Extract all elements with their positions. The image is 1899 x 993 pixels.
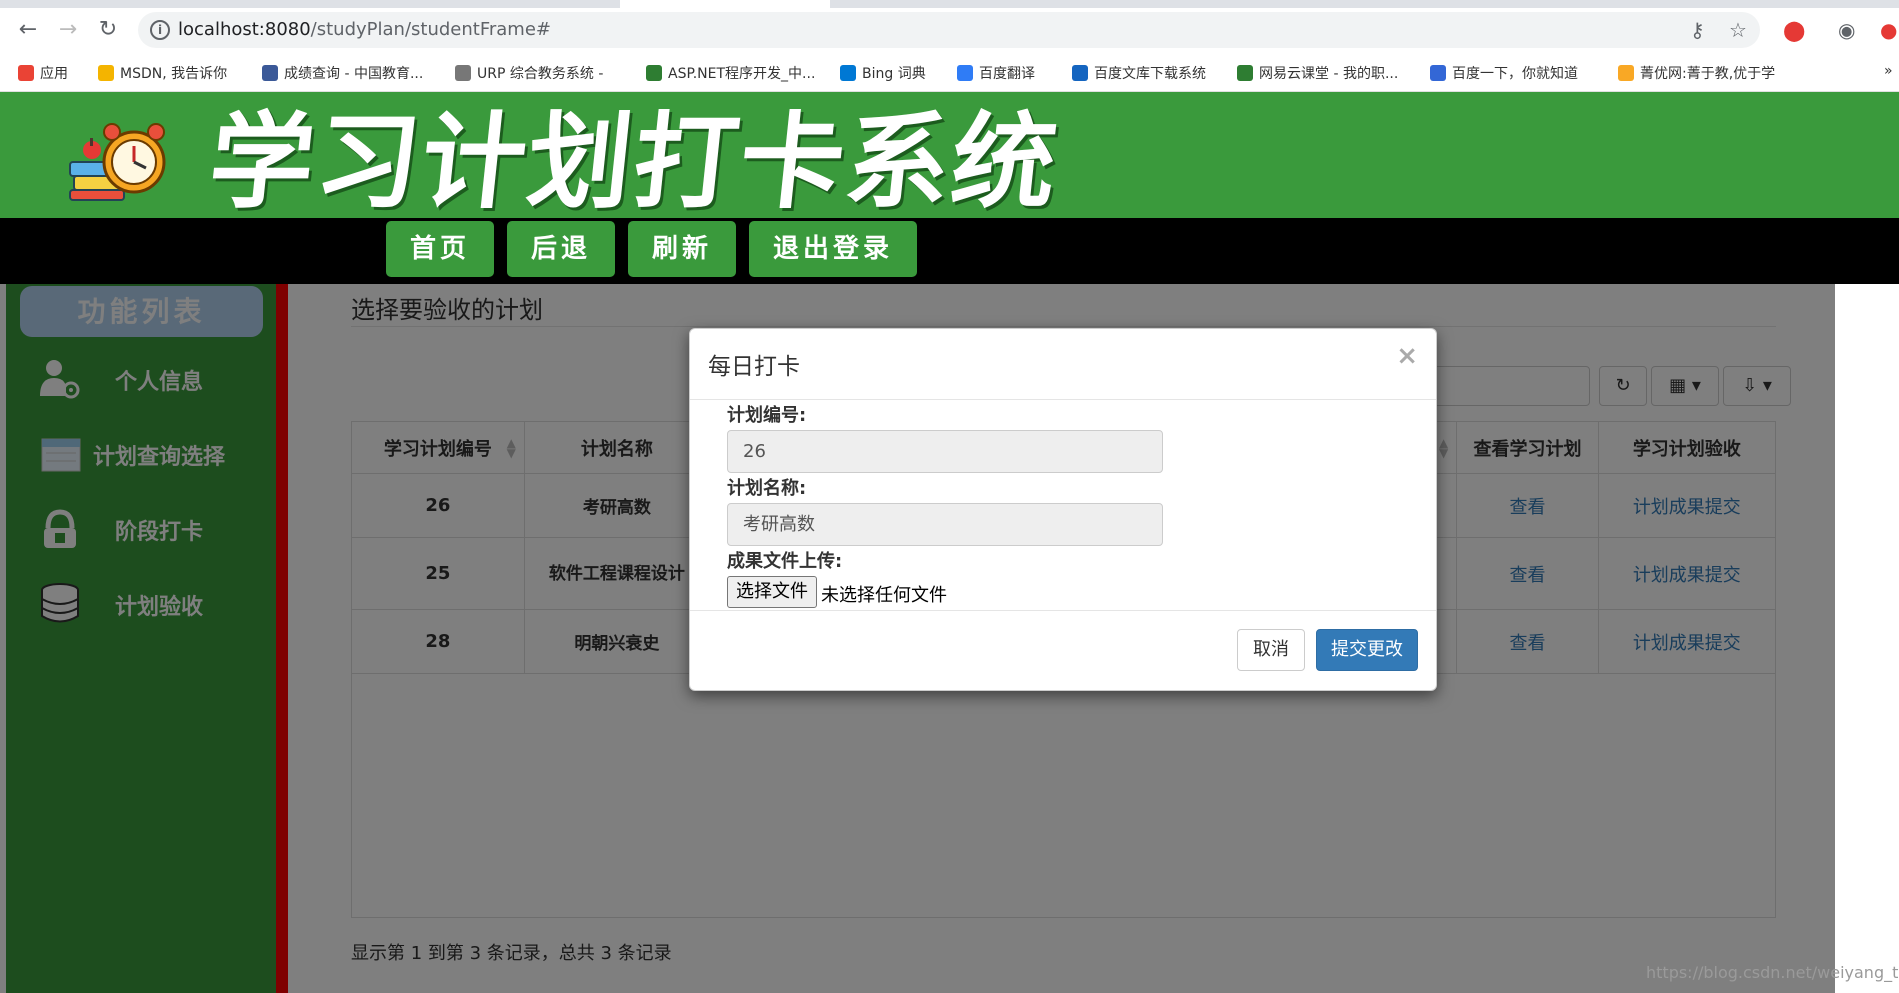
modal-header-divider — [690, 399, 1436, 400]
url-host: localhost:8080 — [178, 19, 311, 40]
bookmark-label: URP 综合教务系统 - — [477, 66, 604, 82]
bookmark-label: ASP.NET程序开发_中... — [668, 66, 816, 82]
bookmark-label: 成绩查询 - 中国教育... — [284, 66, 424, 82]
tab-strip — [0, 0, 1899, 8]
bookmark-item[interactable]: 成绩查询 - 中国教育... — [262, 63, 423, 83]
file-status-text: 未选择任何文件 — [821, 585, 947, 606]
checkin-modal: 每日打卡 × 计划编号: 26 计划名称: 考研高数 成果文件上传: 选择文件 … — [689, 328, 1437, 691]
bookmark-item[interactable]: 应用 — [18, 63, 68, 83]
cancel-button[interactable]: 取消 — [1237, 629, 1305, 671]
alarm-clock-books-icon — [69, 123, 166, 201]
bookmark-item[interactable]: 百度文库下载系统 — [1072, 63, 1206, 83]
plan-id-label: 计划编号: — [727, 405, 807, 426]
extension-icon[interactable]: ⬤ — [1783, 17, 1805, 43]
modal-footer-divider — [690, 610, 1436, 611]
forward-icon[interactable]: → — [54, 16, 82, 44]
reload-icon[interactable]: ↻ — [94, 16, 122, 44]
bookmark-label: 应用 — [40, 66, 68, 82]
right-gutter — [1835, 284, 1899, 993]
bookmark-icon — [957, 65, 973, 81]
key-icon[interactable]: ⚷ — [1690, 17, 1705, 43]
bookmark-label: Bing 词典 — [862, 66, 926, 82]
profile-icon[interactable]: ◉ — [1838, 17, 1855, 43]
menu-icon[interactable]: ● — [1880, 17, 1897, 43]
bookmark-item[interactable]: 百度翻译 — [957, 63, 1035, 83]
bookmark-label: 百度文库下载系统 — [1094, 66, 1206, 82]
bookmark-icon — [455, 65, 471, 81]
bookmark-icon — [1237, 65, 1253, 81]
choose-file-button[interactable]: 选择文件 — [727, 576, 817, 608]
close-icon[interactable]: × — [1396, 341, 1418, 371]
bookmark-item[interactable]: URP 综合教务系统 - — [455, 63, 603, 83]
app-title: 学习计划打卡系统 — [203, 101, 1065, 223]
url-path: /studyPlan/studentFrame# — [310, 19, 551, 40]
site-info-icon[interactable]: i — [150, 20, 170, 40]
bookmark-icon — [18, 65, 34, 81]
bookmarks-bar: 应用 MSDN, 我告诉你 成绩查询 - 中国教育... URP 综合教务系统 - AS… — [0, 56, 1899, 88]
bookmark-item[interactable]: 百度一下，你就知道 — [1430, 63, 1578, 83]
top-navbar — [0, 218, 1899, 284]
submit-button[interactable]: 提交更改 — [1316, 629, 1418, 671]
bookmark-icon — [1430, 65, 1446, 81]
bookmark-icon — [98, 65, 114, 81]
bookmark-label: 菁优网:菁于教,优于学 — [1640, 66, 1776, 82]
modal-title: 每日打卡 — [708, 354, 800, 380]
bookmark-label: 网易云课堂 - 我的职... — [1259, 66, 1399, 82]
bookmark-item[interactable]: MSDN, 我告诉你 — [98, 63, 227, 83]
bookmark-label: MSDN, 我告诉你 — [120, 66, 228, 82]
bookmark-icon — [1072, 65, 1088, 81]
file-upload-label: 成果文件上传: — [727, 551, 843, 572]
more-bookmarks-icon[interactable]: » — [1884, 63, 1893, 79]
bookmark-item[interactable]: 菁优网:菁于教,优于学 — [1618, 63, 1775, 83]
plan-name-field[interactable]: 考研高数 — [727, 503, 1163, 546]
plan-id-field[interactable]: 26 — [727, 430, 1163, 473]
active-tab[interactable] — [620, 0, 830, 8]
bookmark-icon — [646, 65, 662, 81]
nav-back-button[interactable]: 后退 — [507, 221, 615, 277]
bookmark-label: 百度翻译 — [979, 66, 1035, 82]
star-icon[interactable]: ☆ — [1729, 17, 1747, 43]
back-icon[interactable]: ← — [14, 16, 42, 44]
bookmark-icon — [1618, 65, 1634, 81]
watermark-text: https://blog.csdn.net/weiyang_tang — [1646, 963, 1899, 982]
bookmark-icon — [262, 65, 278, 81]
bookmark-item[interactable]: 网易云课堂 - 我的职... — [1237, 63, 1398, 83]
bookmark-item[interactable]: Bing 词典 — [840, 63, 926, 83]
nav-logout-button[interactable]: 退出登录 — [749, 221, 917, 277]
plan-name-label: 计划名称: — [727, 478, 807, 499]
nav-home-button[interactable]: 首页 — [386, 221, 494, 277]
address-url[interactable]: localhost:8080/studyPlan/studentFrame# — [178, 19, 551, 40]
bookmark-item[interactable]: ASP.NET程序开发_中... — [646, 63, 815, 83]
nav-refresh-button[interactable]: 刷新 — [628, 221, 736, 277]
bookmark-icon — [840, 65, 856, 81]
bookmark-label: 百度一下，你就知道 — [1452, 66, 1578, 82]
